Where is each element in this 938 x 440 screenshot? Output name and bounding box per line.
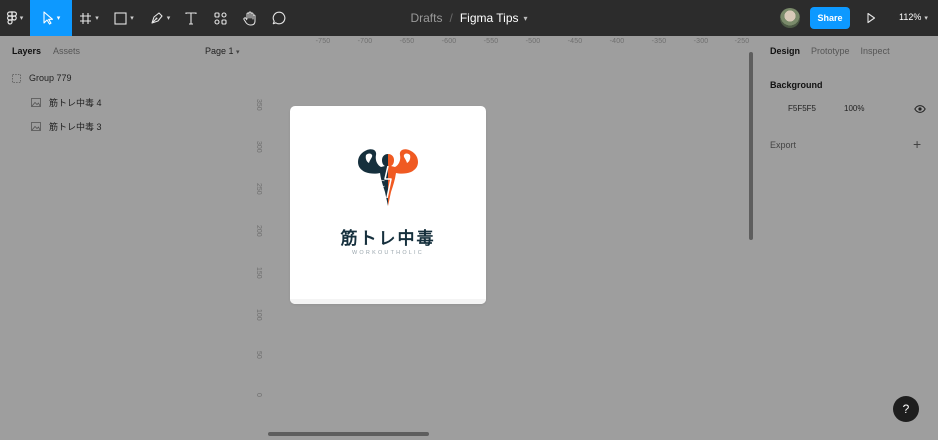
horizontal-scrollbar[interactable]: [268, 432, 429, 436]
comment-bubble-icon: [272, 11, 286, 25]
breadcrumb-drafts-link[interactable]: Drafts: [410, 11, 442, 25]
background-opacity-input[interactable]: 100%: [844, 104, 864, 113]
ruler-tick-label: -450: [567, 38, 583, 45]
eye-icon[interactable]: [914, 105, 926, 113]
share-button[interactable]: Share: [810, 7, 850, 29]
image-icon: [31, 121, 41, 131]
breadcrumb-separator: /: [449, 11, 453, 25]
top-ruler: -750 -700 -650 -600 -550 -500 -450 -400 …: [250, 36, 750, 50]
page-selector[interactable]: Page 1 ▾: [205, 46, 240, 56]
logo-title: 筋トレ中毒: [340, 229, 436, 249]
ruler-tick-label: 350: [255, 99, 262, 111]
tab-prototype[interactable]: Prototype: [811, 46, 850, 56]
ruler-tick-label: 200: [255, 225, 262, 237]
ruler-tick-label: 50: [255, 351, 262, 359]
logo-subtitle: WORKOUTHOLIC: [352, 250, 424, 256]
chevron-down-icon: ▾: [95, 15, 99, 22]
canvas[interactable]: -750 -700 -650 -600 -550 -500 -450 -400 …: [250, 36, 760, 440]
add-export-button[interactable]: +: [913, 136, 921, 152]
tab-design[interactable]: Design: [770, 46, 800, 56]
chevron-down-icon: ▾: [924, 15, 928, 22]
layer-name: 筋トレ中毒 4: [49, 97, 102, 108]
ruler-tick-label: -600: [441, 38, 457, 45]
comment-tool-button[interactable]: [264, 0, 294, 36]
file-name[interactable]: Figma Tips: [460, 11, 519, 25]
rectangle-icon: [114, 11, 127, 25]
main-menu-button[interactable]: ▾: [0, 0, 30, 36]
cursor-arrow-icon: [43, 11, 53, 25]
export-section-title: Export: [770, 140, 797, 150]
components-grid-icon: [213, 11, 227, 25]
background-section-title: Background: [770, 80, 823, 90]
left-panel-tabs: Layers Assets: [12, 46, 80, 56]
background-fill-row: F5F5F5 100%: [760, 102, 938, 116]
text-tool-button[interactable]: [178, 0, 204, 36]
pen-nib-icon: [151, 12, 163, 24]
chevron-down-icon: ▾: [56, 15, 61, 22]
left-ruler: 350 300 250 200 150 100 50 0: [250, 36, 264, 440]
ruler-tick-label: 100: [255, 309, 262, 321]
ruler-tick-label: -700: [357, 38, 373, 45]
frame-tool-button[interactable]: ▾: [72, 0, 106, 36]
image-icon: [31, 97, 41, 107]
ruler-tick-label: 0: [255, 393, 262, 397]
play-icon: [867, 12, 876, 24]
pen-tool-button[interactable]: ▾: [142, 0, 178, 36]
ruler-tick-label: -300: [693, 38, 709, 45]
present-button[interactable]: [866, 11, 876, 29]
frame-hash-icon: [80, 12, 92, 24]
bodybuilder-logo-icon: [358, 149, 418, 206]
ruler-tick-label: -250: [734, 38, 750, 45]
ruler-tick-label: 150: [255, 267, 262, 279]
chevron-down-icon[interactable]: ▾: [524, 14, 528, 23]
chevron-down-icon: ▾: [130, 15, 134, 22]
tab-inspect[interactable]: Inspect: [861, 46, 890, 56]
chevron-down-icon: ▾: [19, 15, 24, 22]
vertical-scrollbar[interactable]: [749, 52, 753, 240]
properties-panel: Design Prototype Inspect Background F5F5…: [760, 36, 938, 440]
chevron-down-icon: ▾: [166, 15, 171, 22]
resources-button[interactable]: [204, 0, 236, 36]
hand-icon: [243, 11, 256, 25]
ruler-tick-label: -400: [609, 38, 625, 45]
text-t-icon: [185, 11, 197, 25]
help-button[interactable]: ?: [893, 396, 919, 422]
ruler-tick-label: -750: [315, 38, 331, 45]
right-panel-tabs: Design Prototype Inspect: [770, 46, 890, 56]
zoom-menu[interactable]: 112% ▾: [899, 12, 928, 22]
top-toolbar: ▾ ▾ ▾ ▾ ▾ Drafts / Figma Tips ▾ Share 11…: [0, 0, 938, 36]
move-tool-button[interactable]: ▾: [30, 0, 72, 36]
layer-row[interactable]: 筋トレ中毒 4: [0, 92, 102, 112]
ruler-tick-label: -650: [399, 38, 415, 45]
chevron-down-icon: ▾: [236, 49, 240, 56]
figma-logo-icon: [6, 11, 17, 25]
shape-tool-button[interactable]: ▾: [106, 0, 142, 36]
ruler-tick-label: 250: [255, 183, 262, 195]
ruler-tick-label: -500: [525, 38, 541, 45]
tab-layers[interactable]: Layers: [12, 46, 41, 56]
group-dashed-icon: [12, 73, 21, 83]
layer-name: Group 779: [29, 73, 72, 83]
layer-row[interactable]: 筋トレ中毒 3: [0, 116, 102, 136]
background-hex-input[interactable]: F5F5F5: [788, 104, 816, 113]
zoom-level: 112%: [899, 12, 922, 22]
design-frame[interactable]: 筋トレ中毒 WORKOUTHOLIC: [290, 106, 486, 304]
layer-row[interactable]: Group 779: [0, 68, 72, 88]
avatar[interactable]: [780, 8, 800, 28]
ruler-tick-label: -350: [651, 38, 667, 45]
layers-panel: Layers Assets Page 1 ▾ Group 779 筋トレ中毒 4…: [0, 36, 250, 440]
tab-assets[interactable]: Assets: [53, 46, 80, 56]
ruler-tick-label: 300: [255, 141, 262, 153]
layer-name: 筋トレ中毒 3: [49, 121, 102, 132]
ruler-tick-label: -550: [483, 38, 499, 45]
page-selector-label: Page 1: [205, 46, 234, 56]
frame-bottom-strip: [290, 299, 486, 304]
hand-tool-button[interactable]: [236, 0, 264, 36]
